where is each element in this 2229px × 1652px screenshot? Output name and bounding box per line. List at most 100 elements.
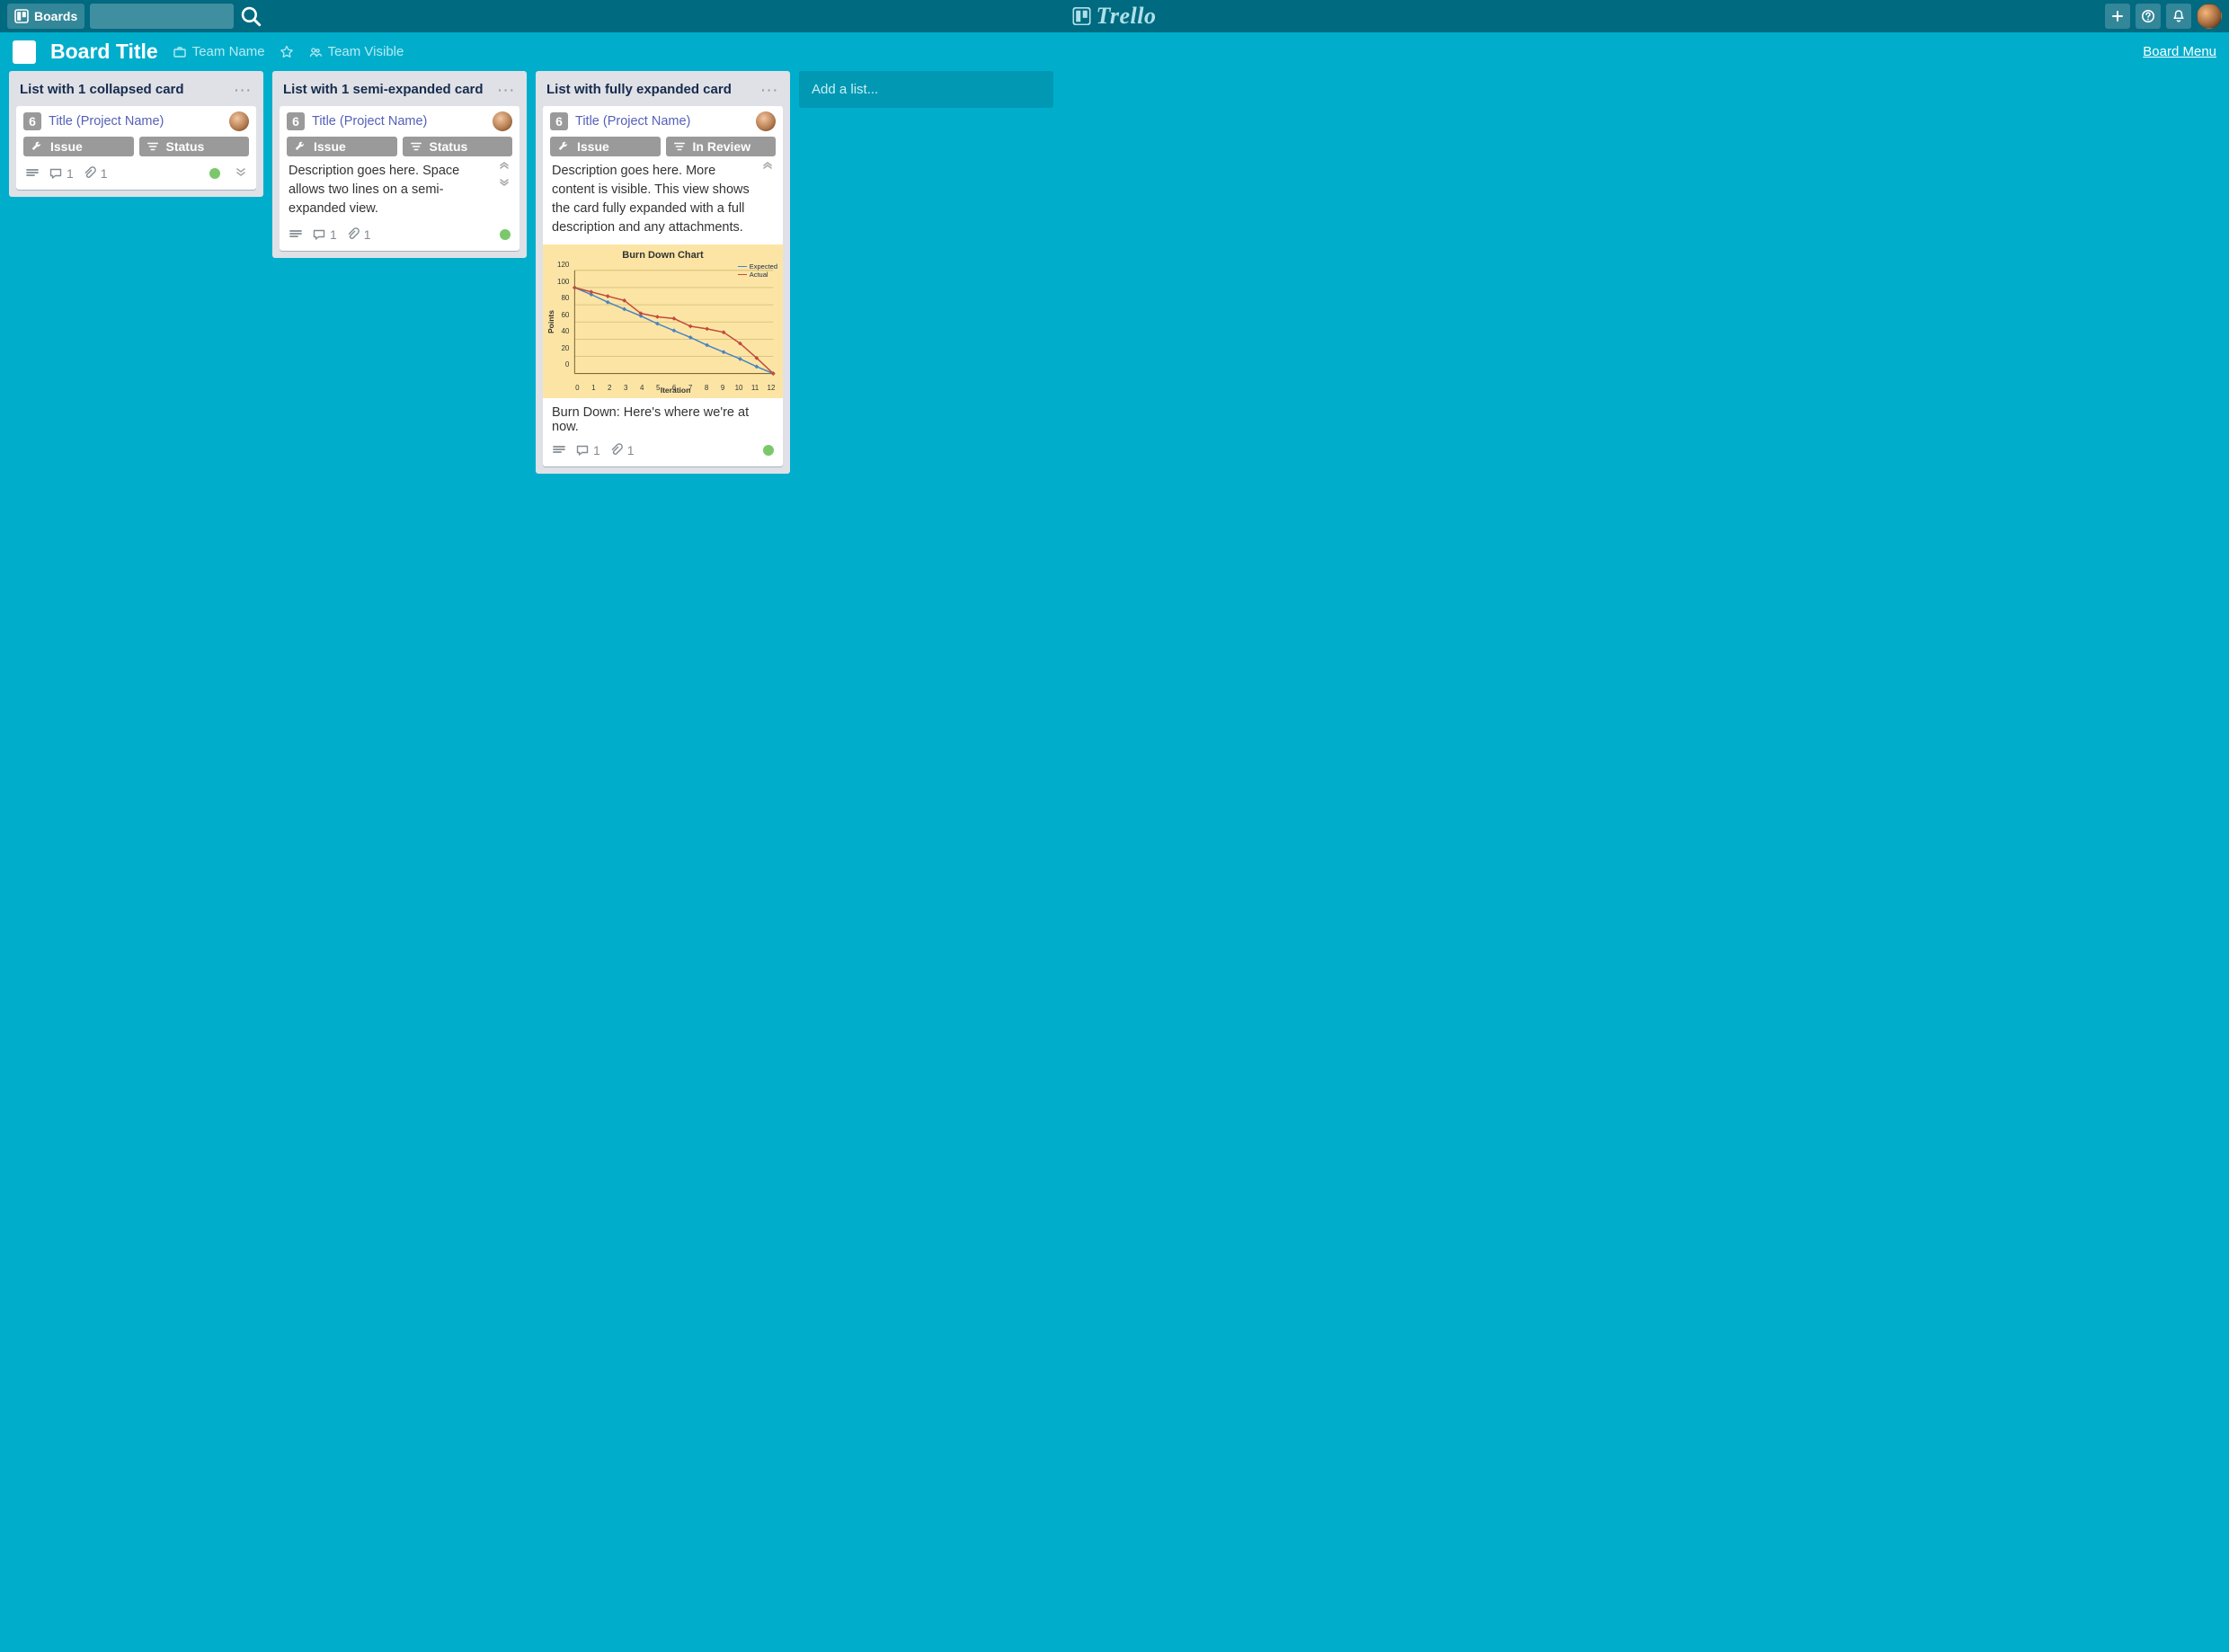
- attachments-indicator: 1: [609, 443, 635, 457]
- description-indicator: [552, 443, 566, 457]
- comments-count: 1: [67, 166, 74, 181]
- status-dot: [763, 445, 774, 456]
- bell-icon: [2171, 9, 2186, 23]
- team-icon: [308, 45, 323, 59]
- description-indicator: [289, 227, 303, 242]
- plus-icon: [2110, 9, 2125, 23]
- collapse-icon[interactable]: [498, 162, 511, 172]
- member-avatar[interactable]: [756, 111, 776, 131]
- help-icon: [2141, 9, 2155, 23]
- pill-status[interactable]: Status: [139, 137, 250, 156]
- attachments-indicator: 1: [83, 166, 108, 181]
- team-name[interactable]: Team Name: [173, 44, 265, 59]
- card-description: Description goes here. Space allows two …: [289, 162, 493, 218]
- attachments-indicator: 1: [346, 227, 371, 242]
- member-avatar[interactable]: [229, 111, 249, 131]
- pill-label: Issue: [50, 139, 83, 154]
- board-color-swatch[interactable]: [13, 40, 36, 64]
- pill-issue[interactable]: Issue: [550, 137, 661, 156]
- card-title: Title (Project Name): [575, 114, 690, 129]
- list-title[interactable]: List with 1 collapsed card: [20, 82, 184, 97]
- comments-count: 1: [593, 443, 600, 457]
- chart-ylabel: Points: [546, 310, 555, 333]
- pill-label: Issue: [314, 139, 346, 154]
- board-header: Board Title Team Name Team Visible Board…: [0, 32, 2229, 71]
- status-dot: [500, 229, 511, 240]
- card-title: Title (Project Name): [49, 114, 164, 129]
- card-number-badge: 6: [287, 112, 305, 130]
- card-number-badge: 6: [550, 112, 568, 130]
- pill-label: Status: [430, 139, 468, 154]
- expand-icon[interactable]: [498, 177, 511, 187]
- search-icon[interactable]: [239, 4, 262, 29]
- description-icon: [552, 443, 566, 457]
- expand-icon[interactable]: [235, 165, 247, 181]
- attachment-icon: [346, 227, 360, 242]
- comment-icon: [312, 227, 326, 242]
- list-menu-button[interactable]: ···: [498, 83, 516, 97]
- member-avatar[interactable]: [493, 111, 512, 131]
- wrench-icon: [557, 140, 570, 153]
- boards-button-label: Boards: [34, 9, 77, 23]
- comment-icon: [575, 443, 590, 457]
- list-semi-expanded: List with 1 semi-expanded card ··· 6 Tit…: [272, 71, 527, 258]
- board-icon: [14, 9, 29, 23]
- legend-actual: Actual: [750, 271, 768, 279]
- comments-indicator: 1: [49, 166, 74, 181]
- pill-status[interactable]: Status: [403, 137, 513, 156]
- pill-label: Status: [166, 139, 205, 154]
- description-icon: [25, 166, 40, 181]
- pill-issue[interactable]: Issue: [23, 137, 134, 156]
- card-title: Title (Project Name): [312, 114, 427, 129]
- collapse-icon[interactable]: [761, 162, 774, 172]
- list-title[interactable]: List with 1 semi-expanded card: [283, 82, 484, 97]
- chart-xticks: 0123456789101112: [569, 384, 779, 392]
- chart-title: Burn Down Chart: [546, 250, 779, 261]
- add-list-button[interactable]: Add a list...: [799, 71, 1053, 108]
- visibility[interactable]: Team Visible: [308, 44, 404, 59]
- pill-status[interactable]: In Review: [666, 137, 777, 156]
- filter-icon: [673, 140, 686, 153]
- user-avatar[interactable]: [2197, 4, 2222, 29]
- board-menu-link[interactable]: Board Menu: [2143, 44, 2216, 59]
- card[interactable]: 6 Title (Project Name) Issue In Review D…: [543, 106, 783, 466]
- legend-expected: Expected: [750, 262, 777, 271]
- app-logo: Trello: [1072, 3, 1156, 30]
- add-button[interactable]: [2105, 4, 2130, 29]
- chart-plot: [569, 261, 779, 383]
- add-list-label: Add a list...: [812, 82, 878, 97]
- wrench-icon: [31, 140, 43, 153]
- page-title[interactable]: Board Title: [50, 40, 158, 64]
- search-input[interactable]: [90, 4, 234, 29]
- pill-issue[interactable]: Issue: [287, 137, 397, 156]
- attachments-count: 1: [101, 166, 108, 181]
- pill-label: In Review: [693, 139, 751, 154]
- filter-icon: [147, 140, 159, 153]
- filter-icon: [410, 140, 422, 153]
- chart-legend: Expected Actual: [738, 262, 777, 279]
- card-number-badge: 6: [23, 112, 41, 130]
- top-nav: Boards Trello: [0, 0, 2229, 32]
- list-menu-button[interactable]: ···: [235, 83, 253, 97]
- star-icon[interactable]: [280, 45, 294, 59]
- team-name-text: Team Name: [192, 44, 265, 59]
- briefcase-icon: [173, 45, 187, 59]
- comments-indicator: 1: [575, 443, 600, 457]
- card[interactable]: 6 Title (Project Name) Issue Status Desc…: [280, 106, 520, 251]
- attachment-caption: Burn Down: Here's where we're at now.: [543, 398, 783, 434]
- board: List with 1 collapsed card ··· 6 Title (…: [0, 71, 2229, 474]
- help-button[interactable]: [2136, 4, 2161, 29]
- attachment-icon: [83, 166, 97, 181]
- search-field[interactable]: [90, 4, 263, 29]
- pill-label: Issue: [577, 139, 609, 154]
- boards-button[interactable]: Boards: [7, 4, 84, 29]
- notifications-button[interactable]: [2166, 4, 2191, 29]
- card[interactable]: 6 Title (Project Name) Issue Status: [16, 106, 256, 190]
- list-title[interactable]: List with fully expanded card: [546, 82, 732, 97]
- comment-icon: [49, 166, 63, 181]
- description-icon: [289, 227, 303, 242]
- attachments-count: 1: [627, 443, 635, 457]
- description-indicator: [25, 166, 40, 181]
- list-collapsed: List with 1 collapsed card ··· 6 Title (…: [9, 71, 263, 197]
- list-menu-button[interactable]: ···: [761, 83, 779, 97]
